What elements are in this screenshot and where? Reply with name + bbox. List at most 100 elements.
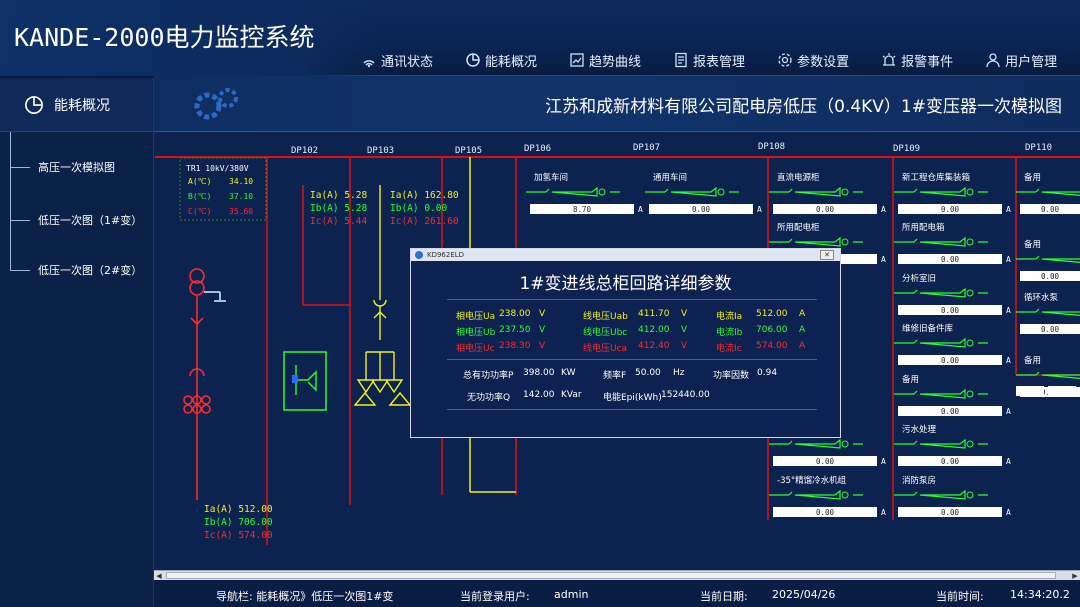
ct-symbol (841, 188, 849, 196)
feeder-unit: A (1006, 508, 1011, 517)
nav-alarm[interactable]: 报警事件 (865, 46, 969, 74)
nav-energy[interactable]: 能耗概况 (449, 46, 553, 74)
feeder-unit: A (881, 457, 886, 466)
status-date-label: 当前日期: (700, 590, 748, 603)
switch-symbol (769, 186, 863, 197)
popup-param: V (539, 325, 546, 335)
feeder-item[interactable]: 备用 0.00 A (894, 374, 1011, 416)
main-header: 江苏和成新材料有限公司配电房低压（0.4KV）1#变压器一次模拟图 (154, 76, 1080, 132)
report-icon (675, 52, 687, 68)
popup-param: 574.00 (756, 341, 788, 351)
page-title: 江苏和成新材料有限公司配电房低压（0.4KV）1#变压器一次模拟图 (545, 97, 1062, 117)
app-icon (415, 251, 423, 259)
popup-param: 237.50 (499, 325, 531, 335)
popup-divider (447, 299, 817, 300)
nav-label: 用户管理 (1005, 54, 1058, 70)
feeder-value: 0.00 (1041, 325, 1060, 334)
ct-symbol (966, 188, 974, 196)
feeder-name: 所用配电柜 (777, 222, 820, 233)
nav-trend[interactable]: 趋势曲线 (553, 46, 657, 74)
feeder-value: 0.00 (941, 508, 960, 517)
feeder-name: 备用 (1024, 355, 1041, 366)
feeder-value: 0.00 (816, 205, 835, 214)
feeder-unit: A (1006, 356, 1011, 365)
status-nav: 导航栏: 能耗概况》低压一次图1#变 (216, 590, 394, 603)
popup-param: A (799, 325, 806, 335)
ct-symbol (966, 289, 974, 297)
nav-label: 通讯状态 (381, 54, 434, 70)
feeder-item[interactable]: 直流电源柜 0.00 A (769, 172, 886, 214)
popup-param: A (799, 309, 806, 319)
sidebar-item-hv[interactable]: 高压一次模拟图 (10, 159, 115, 175)
nav-comm-status[interactable]: 通讯状态 (345, 46, 449, 74)
gear-icon (778, 53, 792, 67)
sidebar-item-lv1[interactable]: 低压一次图（1#变） (10, 212, 142, 228)
close-icon[interactable]: ✕ (820, 250, 834, 260)
popup-param: 线电压Ubc (583, 328, 628, 338)
switch-symbol (526, 186, 620, 197)
feeder-item[interactable]: -35°精馏冷水机组 0.00 A (769, 475, 886, 517)
feeder-item[interactable]: 备用 0.00 (1016, 239, 1080, 281)
horizontal-scrollbar[interactable]: ◀ ▶ (154, 570, 1080, 580)
switch-symbol (769, 236, 863, 247)
nav-label: 报表管理 (693, 54, 746, 70)
popup-titlebar[interactable]: KD962ELD (411, 249, 840, 261)
pie-icon (466, 53, 480, 67)
main-current-b: Ib(A) 706.00 (204, 517, 273, 528)
feeder-item[interactable]: 维修旧备件库 0.00 A (894, 323, 1011, 365)
switch-symbol (894, 388, 988, 399)
user-icon (986, 53, 1000, 68)
feeder-unit: A (638, 205, 643, 214)
feeder-name: 新工程仓库集装箱 (902, 172, 971, 183)
nav-settings[interactable]: 参数设置 (761, 46, 865, 74)
popup-param: 411.70 (638, 309, 670, 319)
feeder-item[interactable]: 加氢车间 8.70 A (526, 172, 643, 214)
value-box (1016, 386, 1044, 396)
feeder-item[interactable]: 分析室旧 0.00 A (894, 273, 1011, 315)
popup-param: KW (561, 368, 576, 378)
feeder-item[interactable]: 备用 0.00 (1016, 172, 1080, 214)
feeder-name: 备用 (1024, 172, 1041, 183)
dp-label: DP102 (291, 146, 318, 156)
ct-symbol (841, 491, 849, 499)
popup-param: 142.00 (523, 390, 555, 400)
feeder-value: 0.00 (941, 306, 960, 315)
dp-label: DP110 (1025, 143, 1052, 153)
feeder-value: 8.70 (573, 205, 592, 214)
switch-symbol (1016, 371, 1080, 379)
dp-label: DP108 (758, 142, 785, 152)
feeder-item[interactable]: 污水处理 0.00 A (894, 424, 1011, 466)
top-bar: KANDE-2000电力监控系统 通讯状态 能耗概况 趋势曲线 报表管理 参数设… (0, 0, 1080, 76)
temp-label-c: C(℃) (188, 207, 211, 216)
nav-user[interactable]: 用户管理 (969, 46, 1073, 74)
sidebar-item-label: 高压一次模拟图 (38, 161, 115, 174)
temp-value-b: 37.10 (229, 192, 253, 201)
alarm-icon (882, 53, 896, 66)
scroll-thumb[interactable] (166, 572, 1056, 579)
feeder-value: 0.00 (816, 508, 835, 517)
feeder-item[interactable]: 消防泵房 0.00 A (894, 475, 1011, 517)
popup-param: 相电压Ua (456, 312, 496, 322)
dp103-current-c: Ic(A) 261.60 (390, 216, 459, 227)
nav-label: 参数设置 (797, 54, 850, 70)
feeder-name: 循环水泵 (1024, 292, 1059, 303)
status-bar: 导航栏: 能耗概况》低压一次图1#变 当前登录用户: admin 当前日期: 2… (154, 580, 1080, 607)
feeder-unit: A (1006, 457, 1011, 466)
status-time-label: 当前时间: (936, 590, 984, 603)
popup-param: V (539, 309, 546, 319)
feeder-unit: A (881, 255, 886, 264)
switch-symbol (894, 287, 988, 298)
feeder-item[interactable]: 通用车间 0.00 A (645, 172, 762, 214)
popup-param: Hz (673, 368, 685, 378)
dp102-current-a: Ia(A) 5.28 (310, 190, 367, 201)
sidebar-item-lv2[interactable]: 低压一次图（2#变） (10, 262, 142, 278)
status-date: 2025/04/26 (772, 588, 836, 601)
popup-param: KVar (561, 390, 582, 400)
status-user: admin (554, 588, 589, 601)
sidebar-header[interactable]: 能耗概况 (0, 78, 153, 132)
ct-symbol (966, 238, 974, 246)
feeder-item[interactable]: 新工程仓库集装箱 0.00 A (894, 172, 1011, 214)
feeder-item[interactable]: 所用配电箱 0.00 A (894, 222, 1011, 264)
nav-report[interactable]: 报表管理 (657, 46, 761, 74)
feeder-item[interactable]: 循环水泵 0.00 (1016, 292, 1080, 334)
